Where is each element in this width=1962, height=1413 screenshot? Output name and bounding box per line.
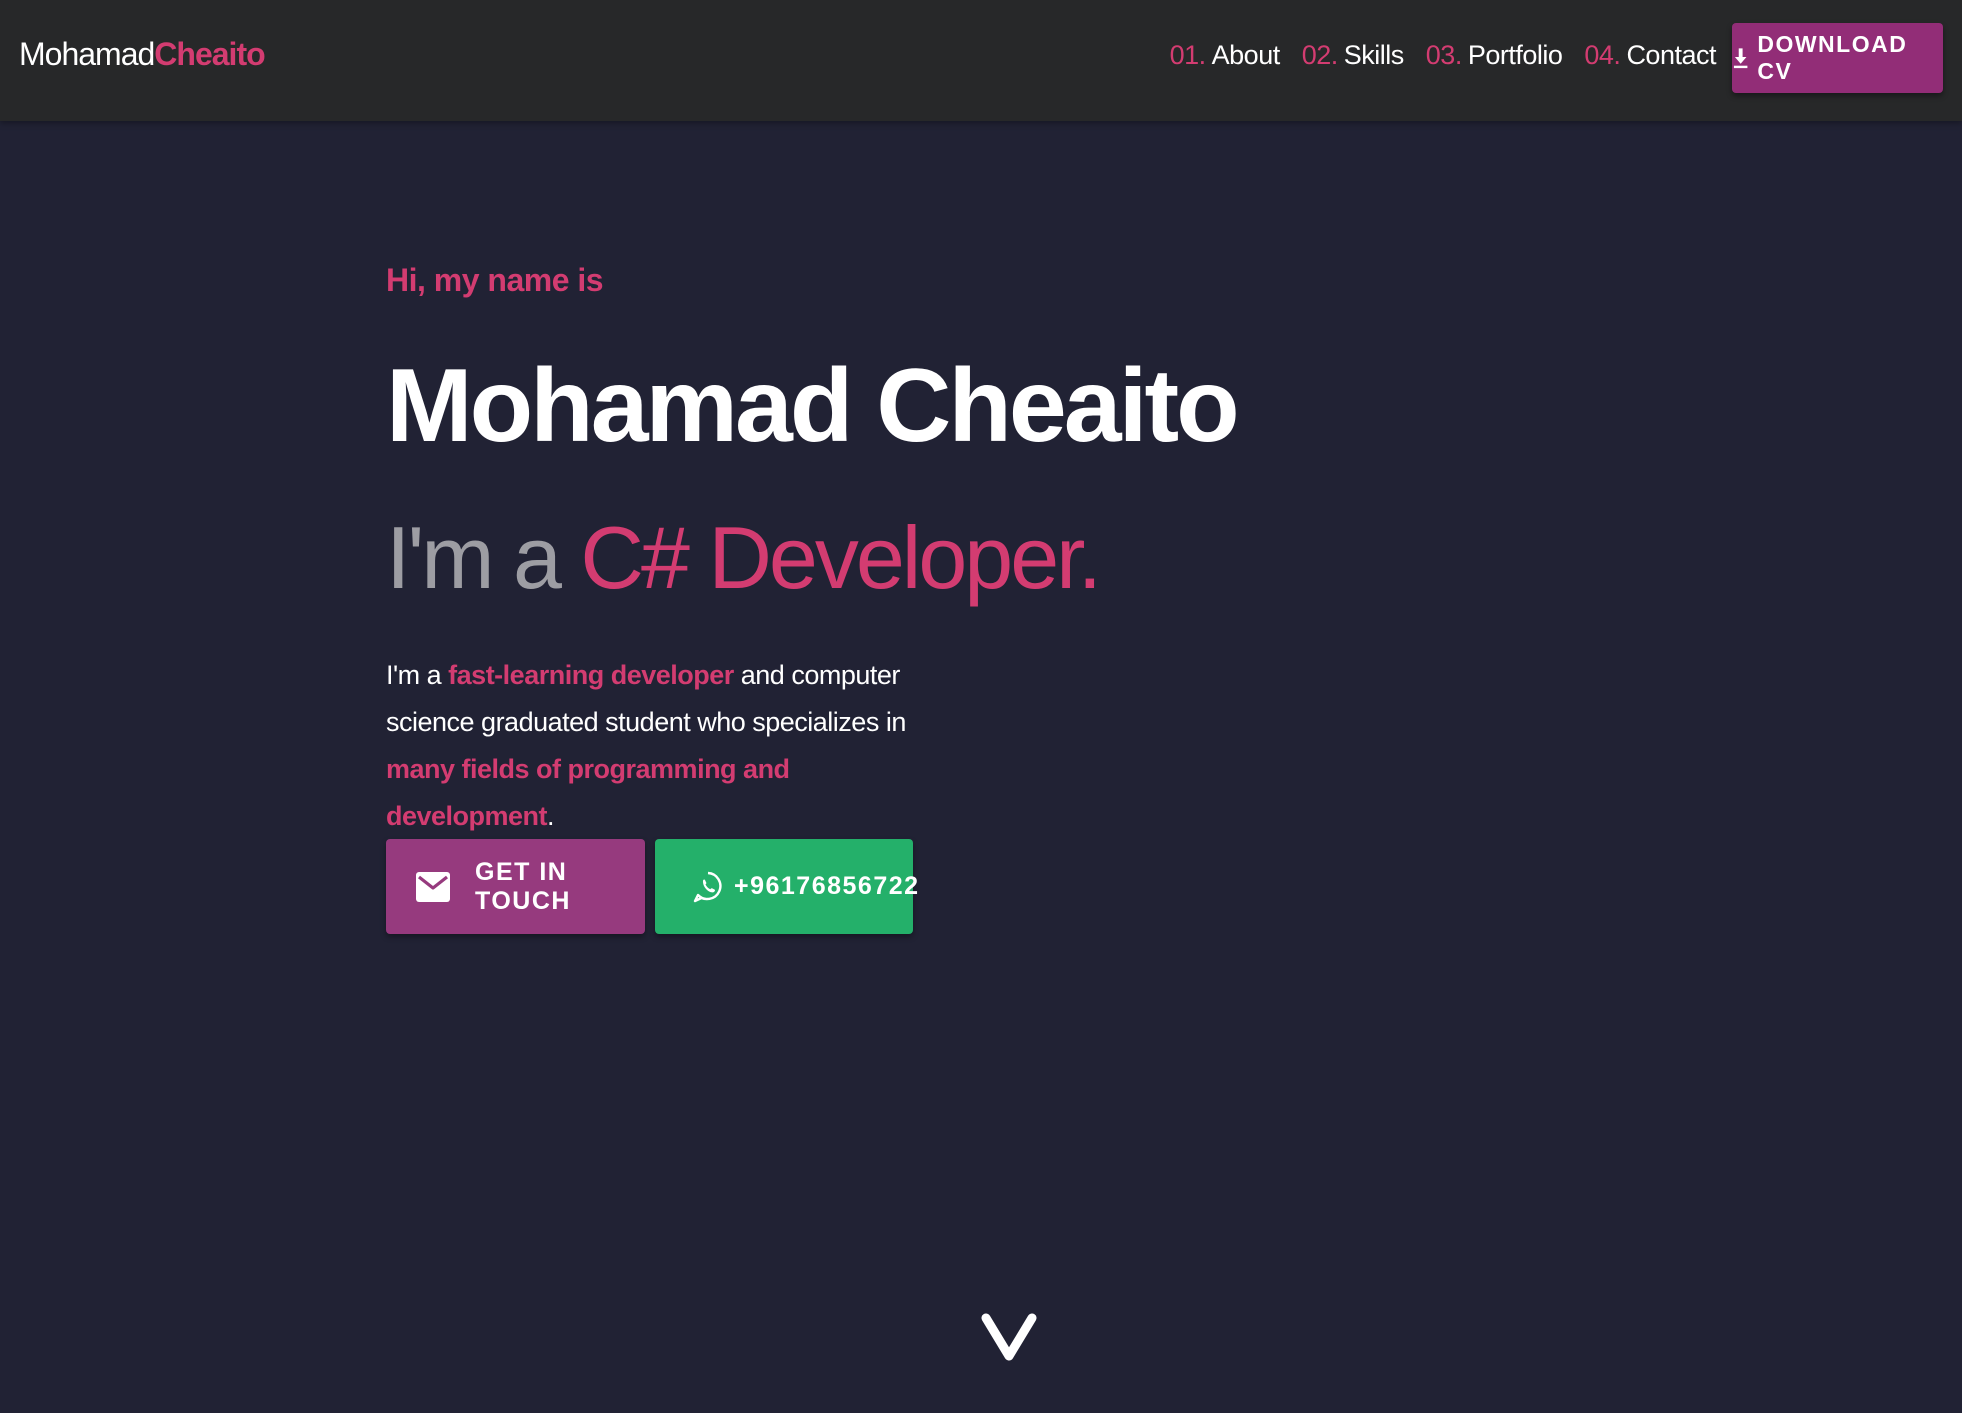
nav-links: 01. About 02. Skills 03. Portfolio 04. Conta… xyxy=(1169,40,1717,71)
whatsapp-button[interactable]: +96176856722 xyxy=(655,839,918,934)
envelope-icon xyxy=(416,871,450,902)
nav-link-label: Portfolio xyxy=(1467,40,1563,70)
get-in-touch-button[interactable]: GET IN TOUCH xyxy=(386,839,645,934)
intro-highlight: many fields of programming and developme… xyxy=(386,754,790,831)
intro-text: I'm a xyxy=(386,660,449,690)
navbar: MohamadCheaito 01. About 02. Skills 03. Por… xyxy=(0,0,1962,121)
nav-link-contact[interactable]: 04. Contact xyxy=(1584,40,1716,71)
nav-link-about[interactable]: 01. About xyxy=(1169,40,1281,71)
hero-section: Hi, my name is Mohamad Cheaito I'm a C# … xyxy=(386,262,1240,934)
intro-highlight: fast-learning developer xyxy=(448,660,734,690)
hero-role: I'm a C# Developer. xyxy=(386,514,1102,602)
nav-link-label: About xyxy=(1211,40,1281,70)
brand-last-name: Cheaito xyxy=(154,36,265,72)
nav-link-skills[interactable]: 02. Skills xyxy=(1301,40,1405,71)
hero-intro: I'm a fast-learning developer and comput… xyxy=(386,652,926,840)
nav-link-label: Skills xyxy=(1343,40,1405,70)
hero-greeting: Hi, my name is xyxy=(386,262,604,298)
brand-first-name: Mohamad xyxy=(19,36,155,72)
nav-link-number: 03. xyxy=(1425,40,1463,70)
download-cv-button[interactable]: DOWNLOAD CV xyxy=(1732,23,1943,93)
get-in-touch-label: GET IN TOUCH xyxy=(475,857,571,915)
nav-link-label: Contact xyxy=(1626,40,1716,70)
download-cv-label: DOWNLOAD CV xyxy=(1757,31,1908,84)
intro-text: . xyxy=(547,801,555,831)
nav-link-portfolio[interactable]: 03. Portfolio xyxy=(1426,40,1563,71)
nav-link-number: 02. xyxy=(1301,40,1339,70)
chevron-down-icon[interactable] xyxy=(981,1312,1037,1366)
brand-logo[interactable]: MohamadCheaito xyxy=(19,36,266,73)
nav-link-number: 04. xyxy=(1584,40,1621,70)
role-highlight: C# Developer. xyxy=(580,508,1102,607)
whatsapp-icon xyxy=(693,871,722,902)
nav-link-number: 01. xyxy=(1169,40,1207,70)
hero-name: Mohamad Cheaito xyxy=(386,348,1240,464)
role-prefix: I'm a xyxy=(386,508,581,607)
whatsapp-label: +96176856722 xyxy=(734,872,920,900)
download-icon xyxy=(1733,48,1748,69)
